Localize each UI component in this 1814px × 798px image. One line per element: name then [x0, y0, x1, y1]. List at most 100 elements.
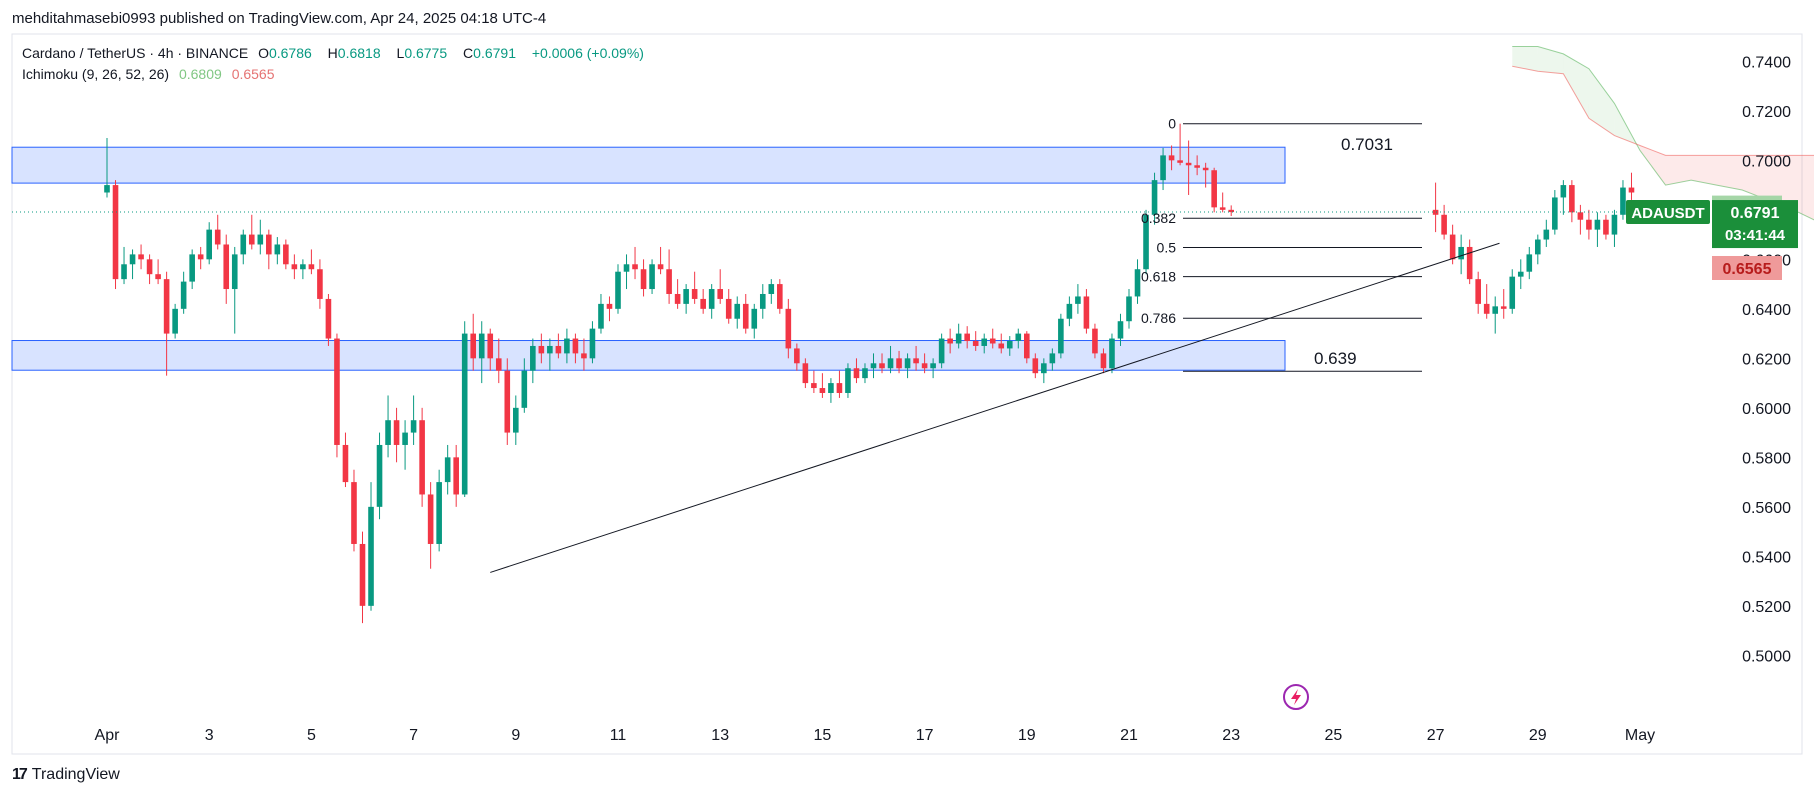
y-tick-label: 0.5200	[1742, 599, 1791, 616]
candle-body	[734, 303, 741, 319]
candle-body	[1006, 341, 1013, 349]
x-tick-label: 11	[610, 727, 627, 744]
candle-body	[461, 333, 468, 495]
trendline-layer[interactable]	[490, 242, 1500, 573]
candle-body	[1628, 187, 1635, 193]
candle-body	[1066, 303, 1073, 319]
candle-body	[427, 494, 434, 544]
fib-label: 0.786	[1141, 310, 1176, 326]
x-tick-label: 15	[814, 727, 832, 744]
candle-body	[836, 383, 843, 393]
trendline	[490, 242, 1500, 573]
candle-body	[402, 432, 408, 445]
candle-body	[1160, 155, 1166, 181]
candle-body	[708, 289, 715, 309]
candle-body	[1126, 296, 1132, 322]
candle-body	[853, 368, 860, 379]
candle-body	[274, 244, 281, 255]
cloud-segment	[1716, 155, 1743, 191]
candle-body	[1134, 269, 1141, 297]
indicator-value-b: 0.6565	[231, 66, 275, 82]
candle-body	[1228, 209, 1234, 213]
candle-body	[248, 234, 255, 245]
candle-body	[1041, 363, 1047, 374]
candle-body	[308, 264, 315, 270]
x-tick-label: 19	[1018, 727, 1036, 744]
zone-1	[11, 146, 1286, 184]
candle-body	[419, 420, 425, 495]
candle-body	[1202, 167, 1209, 171]
candle-body	[504, 370, 511, 433]
candle-body	[1015, 333, 1022, 342]
x-tick-label: 23	[1222, 727, 1240, 744]
candle-body	[1168, 155, 1175, 161]
indicator-name: Ichimoku (9, 26, 52, 26)	[22, 66, 170, 82]
candle-body	[1543, 229, 1550, 240]
candle-body	[1492, 306, 1499, 314]
x-tick-label: 5	[307, 727, 316, 744]
candle-body	[1500, 306, 1507, 309]
candle-body	[530, 345, 536, 371]
x-tick-label: 29	[1529, 727, 1547, 744]
candle-body	[436, 482, 442, 544]
candle-body	[197, 254, 204, 260]
candle-body	[759, 293, 766, 309]
candle-body	[904, 358, 911, 369]
candle-body	[351, 482, 357, 544]
candle-body	[751, 308, 758, 329]
candle-body	[121, 264, 127, 280]
candle-body	[1569, 185, 1575, 213]
fib-label: 0.382	[1141, 210, 1176, 226]
symbol-badge: ADAUSDT	[1631, 205, 1704, 222]
candle-body	[768, 284, 775, 294]
candle-body	[393, 420, 400, 445]
candle-body	[1594, 219, 1601, 230]
candle-body	[845, 368, 851, 393]
candle-body	[964, 333, 970, 342]
lightning-icon[interactable]	[1283, 684, 1309, 710]
candle-body	[1552, 197, 1558, 230]
candle-body	[989, 338, 996, 344]
candle-body	[283, 244, 289, 265]
candle-body	[657, 264, 664, 270]
resistance-label: 0.7031	[1341, 135, 1393, 154]
candle-body	[913, 358, 919, 364]
price-axis[interactable]: 0.74000.72000.70000.68000.66000.64000.62…	[1742, 54, 1791, 665]
candle-body	[163, 279, 170, 334]
candle-body	[564, 338, 570, 354]
candle-body	[513, 407, 519, 433]
candle-body	[1117, 321, 1124, 339]
legend-indicator-row[interactable]: Ichimoku (9, 26, 52, 26) 0.6809 0.6565	[22, 66, 281, 82]
candle-body	[453, 457, 459, 495]
candle-body	[811, 383, 817, 389]
candle-body	[1058, 318, 1064, 354]
candle-body	[1535, 239, 1541, 255]
x-tick-label: 13	[711, 727, 729, 744]
cloud-segment	[1588, 68, 1615, 136]
price-chart[interactable]: 0 0.382 0.5 0.618 0.786 0.7031 0.639 0.7400 0.…	[0, 0, 1814, 798]
candle-body	[640, 269, 647, 290]
candle-body	[623, 264, 630, 272]
candle-body	[495, 358, 502, 371]
x-tick-label: 3	[205, 727, 214, 744]
candle-body	[862, 368, 868, 379]
candle-body	[1526, 254, 1533, 272]
candle-body	[742, 303, 749, 329]
candle-body	[1083, 296, 1090, 329]
candle-body	[1620, 187, 1626, 215]
time-axis[interactable]: Apr 3 5 7 9 11 13 15 17 19 21 23 25 27 29 May	[95, 727, 1656, 744]
tradingview-branding[interactable]: 17 TradingView	[12, 766, 120, 784]
candle-body	[317, 269, 323, 299]
candle-body	[1560, 185, 1567, 198]
candle-body	[129, 254, 136, 265]
y-tick-label: 0.6200	[1742, 351, 1791, 368]
y-tick-label: 0.7400	[1742, 54, 1791, 71]
candle-body	[1194, 165, 1200, 168]
candle-body	[325, 298, 332, 339]
countdown-badge: 03:41:44	[1725, 227, 1786, 244]
legend-open: O0.6786	[258, 45, 312, 61]
candle-body	[615, 271, 621, 309]
candle-body	[606, 303, 613, 309]
candle-body	[1441, 214, 1447, 235]
y-tick-label: 0.5000	[1742, 648, 1791, 665]
